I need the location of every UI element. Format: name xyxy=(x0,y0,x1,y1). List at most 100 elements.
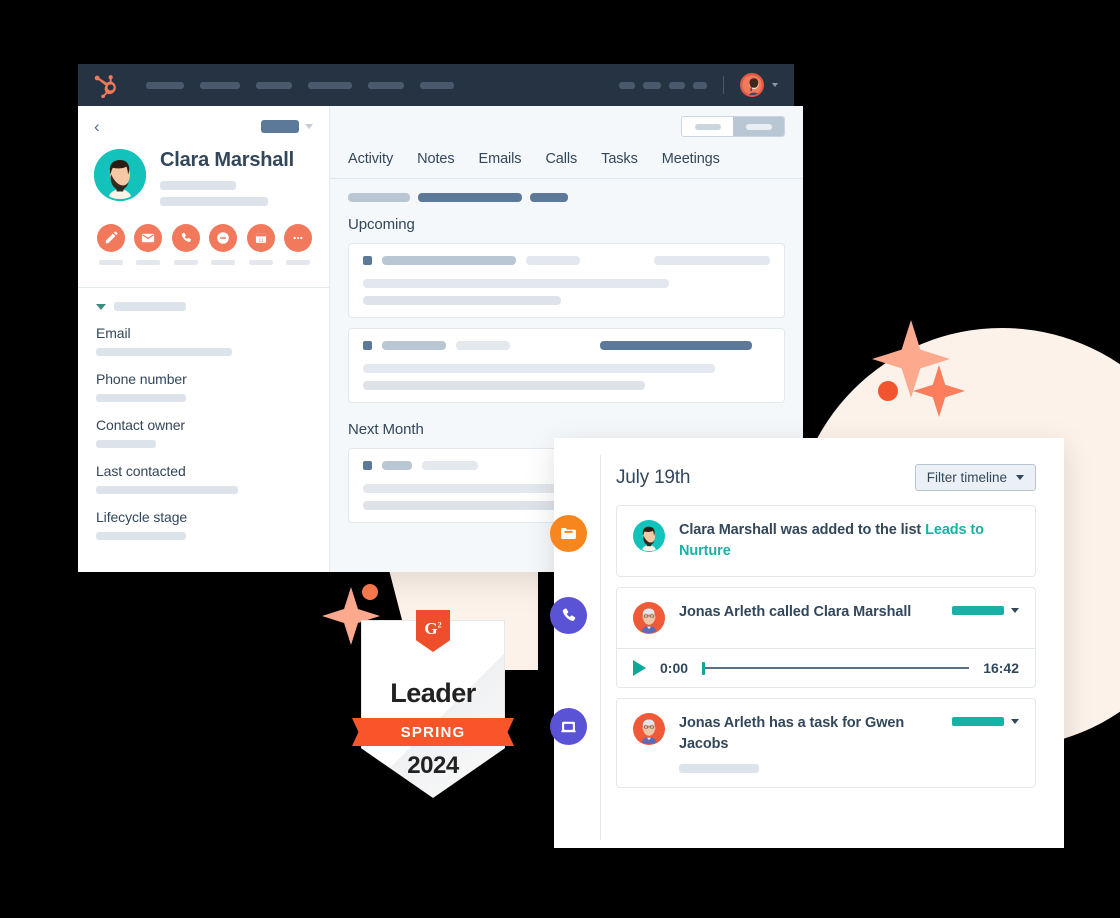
ellipsis-icon xyxy=(284,224,313,252)
activity-body-skeleton xyxy=(363,381,645,390)
call-recording-player: 0:00 16:42 xyxy=(617,648,1035,687)
tab-activity[interactable]: Activity xyxy=(348,151,393,178)
chevron-left-icon[interactable]: ‹ xyxy=(94,118,100,135)
list-item: Jonas Arleth called Clara Marshall 0:00 xyxy=(550,587,1036,689)
crm-nav-right xyxy=(619,73,778,97)
nav-menu-item[interactable] xyxy=(146,81,184,89)
timeline-card-body: Jonas Arleth has a task for Gwen Jacobs xyxy=(617,699,1035,787)
chevron-down-icon xyxy=(96,303,106,310)
view-toggle-left[interactable] xyxy=(682,117,733,136)
tab-emails[interactable]: Emails xyxy=(479,151,522,178)
activity-title-skeleton xyxy=(382,256,516,265)
page-title: Clara Marshall xyxy=(160,149,294,171)
activity-filter-chip[interactable] xyxy=(530,193,568,202)
call-action[interactable] xyxy=(171,224,201,265)
timeline-item-text: Jonas Arleth called Clara Marshall xyxy=(679,604,912,621)
property-row: Contact owner xyxy=(96,417,311,448)
property-value-skeleton[interactable] xyxy=(96,440,156,448)
activity-title-skeleton xyxy=(382,461,412,470)
quick-action-row: 11 xyxy=(78,206,329,265)
property-value-skeleton[interactable] xyxy=(96,394,186,402)
dot-orange-left-decoration xyxy=(362,584,378,600)
g2-year-label: 2024 xyxy=(407,752,459,779)
avatar[interactable] xyxy=(740,73,764,97)
contact-properties-panel: Email Phone number Contact owner Last co… xyxy=(78,288,329,555)
play-icon[interactable] xyxy=(633,660,646,677)
nav-menu-item[interactable] xyxy=(368,81,404,89)
chevron-down-icon[interactable] xyxy=(772,83,778,87)
tab-tasks[interactable]: Tasks xyxy=(601,151,638,178)
timeline-items: Clara Marshall was added to the list Lea… xyxy=(550,491,1064,789)
timeline-status-badge-wrap[interactable] xyxy=(952,602,1019,616)
nav-menu-item[interactable] xyxy=(420,81,454,89)
log-action[interactable] xyxy=(209,224,239,265)
player-total-time: 16:42 xyxy=(983,660,1019,677)
avatar[interactable] xyxy=(633,713,665,746)
activity-title-skeleton xyxy=(382,341,446,350)
activity-filter-chip[interactable] xyxy=(418,193,522,202)
action-label-skeleton xyxy=(98,260,123,265)
avatar[interactable] xyxy=(633,520,665,552)
timeline-header: July 19th Filter timeline xyxy=(554,438,1064,491)
tab-meetings[interactable]: Meetings xyxy=(662,151,720,178)
contact-subtitle-skeleton xyxy=(160,181,236,190)
property-value-skeleton[interactable] xyxy=(96,486,238,494)
section-title-upcoming: Upcoming xyxy=(348,216,415,233)
timeline-card[interactable]: Jonas Arleth called Clara Marshall 0:00 xyxy=(616,587,1036,689)
activity-type-icon xyxy=(363,256,372,265)
action-label-skeleton xyxy=(173,260,198,265)
activity-filter-chip[interactable] xyxy=(348,193,410,202)
email-action[interactable] xyxy=(134,224,164,265)
nav-action-icon[interactable] xyxy=(643,81,661,89)
dot-orange-right-decoration xyxy=(878,381,898,401)
chevron-down-icon xyxy=(1011,608,1019,614)
nav-action-icon[interactable] xyxy=(619,81,635,89)
activity-card[interactable] xyxy=(348,328,785,403)
property-label: Email xyxy=(96,325,131,341)
tab-notes[interactable]: Notes xyxy=(417,151,454,178)
section-title-next-month: Next Month xyxy=(348,421,424,438)
property-label: Last contacted xyxy=(96,463,186,479)
timeline-status-badge-wrap[interactable] xyxy=(952,713,1019,727)
player-progress-knob[interactable] xyxy=(702,661,706,675)
nav-divider xyxy=(723,76,724,94)
g2-crest-letter: G xyxy=(424,618,438,638)
activity-meta-skeleton xyxy=(526,256,580,265)
action-label-skeleton xyxy=(248,260,273,265)
list-folder-icon xyxy=(550,515,587,552)
meeting-action[interactable]: 11 xyxy=(246,224,276,265)
timeline-card-body: Clara Marshall was added to the list Lea… xyxy=(617,506,1035,576)
nav-action-icon[interactable] xyxy=(693,81,707,89)
timeline-item-text: Clara Marshall was added to the list Lea… xyxy=(679,520,1019,562)
activity-filter-row xyxy=(330,179,803,202)
view-toggle-right[interactable] xyxy=(733,117,784,136)
avatar[interactable] xyxy=(94,149,146,201)
activity-body-line xyxy=(363,381,770,390)
properties-section-header[interactable] xyxy=(96,302,311,311)
nav-menu-item[interactable] xyxy=(256,81,292,89)
activity-type-icon xyxy=(363,341,372,350)
sidebar-primary-button[interactable] xyxy=(261,120,299,133)
property-value-skeleton[interactable] xyxy=(96,348,232,356)
nav-action-icon[interactable] xyxy=(669,81,685,89)
list-item: Clara Marshall was added to the list Lea… xyxy=(550,505,1036,578)
g2-leader-badge: G2 Leader SPRING 2024 xyxy=(352,610,514,798)
more-action[interactable] xyxy=(284,224,314,265)
list-item: Jonas Arleth has a task for Gwen Jacobs xyxy=(550,698,1036,789)
nav-menu-item[interactable] xyxy=(200,81,240,89)
timeline-card[interactable]: Clara Marshall was added to the list Lea… xyxy=(616,505,1036,578)
activity-card[interactable] xyxy=(348,243,785,318)
chevron-down-icon[interactable] xyxy=(305,124,313,129)
sidebar-toolbar-actions xyxy=(261,120,313,133)
timeline-card[interactable]: Jonas Arleth has a task for Gwen Jacobs xyxy=(616,698,1036,789)
envelope-icon xyxy=(134,224,163,252)
nav-menu-item[interactable] xyxy=(308,81,352,89)
avatar[interactable] xyxy=(633,602,665,635)
property-value-skeleton[interactable] xyxy=(96,532,186,540)
note-action[interactable] xyxy=(96,224,126,265)
player-progress-track[interactable] xyxy=(702,661,970,675)
tab-calls[interactable]: Calls xyxy=(545,151,577,178)
filter-timeline-button[interactable]: Filter timeline xyxy=(914,464,1036,491)
contact-company-skeleton xyxy=(160,197,268,206)
hubspot-sprocket-icon[interactable] xyxy=(94,72,120,99)
